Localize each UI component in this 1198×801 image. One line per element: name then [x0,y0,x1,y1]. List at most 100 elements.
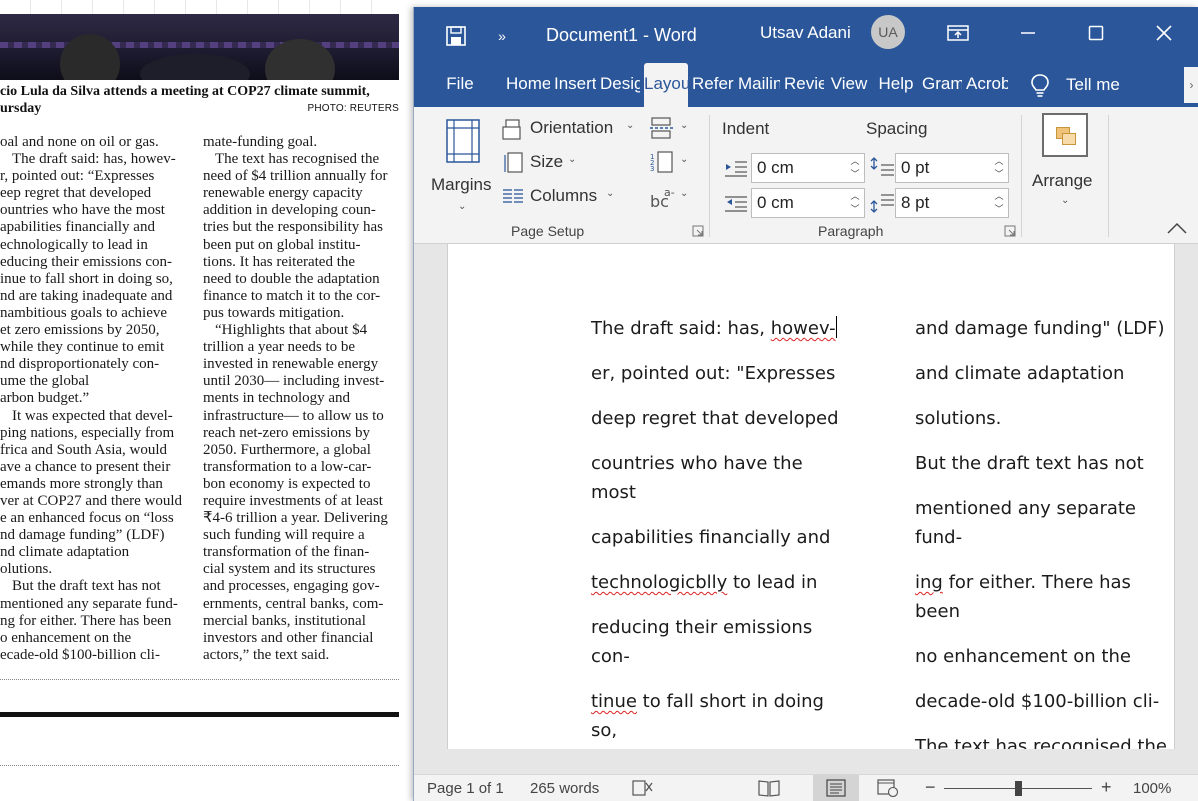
paragraph-text[interactable]: reducing their emissions con- [591,617,812,667]
document-paragraph[interactable]: But the draft text has not [915,449,1174,478]
collapse-ribbon-button[interactable] [1166,221,1190,239]
read-mode-icon[interactable] [758,779,780,797]
margins-button[interactable]: Margins ⌄ [428,115,498,215]
quick-access-more-button[interactable]: » [488,20,516,52]
document-paragraph[interactable]: solutions. [915,404,1174,433]
document-paragraph[interactable]: er, pointed out: "Expresses [591,359,851,388]
maximize-button[interactable] [1076,19,1116,47]
paragraph-text[interactable]: countries who have the most [591,453,803,503]
columns-button[interactable]: Columns ⌄ [502,185,632,209]
misspelled-word[interactable]: ing [915,572,943,593]
paragraph-text[interactable]: The text has recognised the [915,736,1167,749]
spin-up-icon[interactable]: ︿ [992,155,1006,168]
spin-up-icon[interactable]: ︿ [992,190,1006,203]
proofing-icon[interactable] [632,779,654,797]
paragraph-text[interactable]: to lead in [727,572,817,593]
document-area[interactable]: The draft said: has, howev-er, pointed o… [414,244,1198,774]
chevron-down-icon: ⌄ [606,188,615,199]
document-column-1[interactable]: The draft said: has, howev-er, pointed o… [591,314,851,749]
spin-up-icon[interactable]: ︿ [848,155,862,168]
paragraph-text[interactable]: mentioned any separate fund- [915,498,1136,548]
misspelled-word[interactable]: howev- [771,318,836,339]
paragraph-text[interactable]: er, pointed out: "Expresses [591,363,835,384]
indent-left-field[interactable]: 0 cm ︿ ﹀ [751,153,865,183]
document-paragraph[interactable]: countries who have the most [591,449,851,507]
size-button[interactable]: Size ⌄ [502,151,592,175]
paragraph-text[interactable]: capabilities financially and [591,527,830,548]
zoom-out-button[interactable]: − [925,777,936,798]
page-setup-launcher-button[interactable] [692,225,704,237]
document-paragraph[interactable]: ing for either. There has been [915,568,1174,626]
tab-help[interactable]: Help [874,63,918,107]
document-paragraph[interactable]: and damage funding" (LDF) [915,314,1174,343]
spin-down-icon[interactable]: ﹀ [848,168,862,181]
web-layout-icon[interactable] [877,779,899,797]
zoom-slider-thumb[interactable] [1014,781,1022,796]
arrange-button[interactable]: Arrange ⌄ [1028,113,1102,213]
paragraph-text[interactable]: for either. There has been [915,572,1131,622]
zoom-in-button[interactable]: + [1101,777,1112,798]
breaks-button[interactable]: ⌄ [650,117,692,141]
tab-grammarly[interactable]: Grammarly [922,63,962,107]
tab-references[interactable]: References [692,63,734,107]
indent-right-field[interactable]: 0 cm ︿ ﹀ [751,188,865,218]
tab-mailings[interactable]: Mailings [738,63,780,107]
spin-down-icon[interactable]: ﹀ [848,203,862,216]
misspelled-word[interactable]: tinue [591,691,637,712]
document-paragraph[interactable]: capabilities financially and [591,523,851,552]
spin-up-icon[interactable]: ︿ [848,190,862,203]
document-paragraph[interactable]: technologicblly to lead in [591,568,851,597]
spin-down-icon[interactable]: ﹀ [992,168,1006,181]
svg-text:3: 3 [650,165,654,173]
hyphenation-button[interactable]: bc a- ⌄ [650,185,692,209]
tab-insert[interactable]: Insert [554,63,596,107]
photo-credit: PHOTO: REUTERS [307,103,399,114]
tabs-scroll-right-button[interactable]: › [1184,67,1198,103]
paragraph-launcher-button[interactable] [1004,225,1016,237]
document-paragraph[interactable]: mentioned any separate fund- [915,494,1174,552]
paragraph-text[interactable]: The draft said: has, [591,318,771,339]
document-column-2[interactable]: and damage funding" (LDF) and climate ada… [915,314,1174,749]
paragraph-text[interactable]: But the draft text has not [915,453,1144,474]
save-button[interactable] [440,20,472,52]
tell-me-search[interactable]: Tell me [1030,63,1120,107]
article-line: pus towards mitigation. [203,304,345,321]
paragraph-text[interactable]: no enhancement on the [915,646,1131,667]
paragraph-text[interactable]: and climate adaptation [915,363,1124,384]
misspelled-word[interactable]: technologicblly [591,572,727,593]
line-numbers-button[interactable]: 1 2 3 ⌄ [650,151,692,175]
paragraph-text[interactable]: solutions. [915,408,1001,429]
close-button[interactable] [1144,19,1184,47]
document-paragraph[interactable]: The text has recognised the [915,732,1174,749]
spin-down-icon[interactable]: ﹀ [992,203,1006,216]
zoom-level[interactable]: 100% [1133,780,1171,797]
tab-acrobat[interactable]: Acrobat [966,63,1008,107]
document-paragraph[interactable]: reducing their emissions con- [591,613,851,671]
paragraph-text[interactable]: decade-old $100-billion cli- [915,691,1159,712]
paragraph-text[interactable]: and damage funding" (LDF) [915,318,1165,339]
avatar[interactable]: UA [871,15,905,49]
spacing-after-field[interactable]: 8 pt ︿ ﹀ [895,188,1009,218]
user-name[interactable]: Utsav Adani [760,23,851,43]
document-page[interactable]: The draft said: has, howev-er, pointed o… [447,244,1175,749]
document-paragraph[interactable]: deep regret that developed [591,404,851,433]
tab-layout[interactable]: Layout [644,63,688,107]
document-paragraph[interactable]: no enhancement on the [915,642,1174,671]
page-count[interactable]: Page 1 of 1 [427,780,504,797]
spacing-before-field[interactable]: 0 pt ︿ ﹀ [895,153,1009,183]
document-paragraph[interactable]: decade-old $100-billion cli- [915,687,1174,716]
orientation-button[interactable]: Orientation ⌄ [502,117,642,141]
paragraph-text[interactable]: deep regret that developed [591,408,839,429]
ribbon-display-options-button[interactable] [938,19,978,47]
print-layout-button[interactable] [813,775,859,801]
minimize-button[interactable] [1008,19,1048,47]
document-paragraph[interactable]: The draft said: has, howev- [591,314,851,343]
tab-view[interactable]: View [828,63,870,107]
word-count[interactable]: 265 words [530,780,599,797]
tab-home[interactable]: Home [506,63,550,107]
document-paragraph[interactable]: and climate adaptation [915,359,1174,388]
tab-file[interactable]: File [436,63,484,107]
document-paragraph[interactable]: tinue to fall short in doing so, [591,687,851,745]
tab-design[interactable]: Design [600,63,640,107]
tab-review[interactable]: Review [784,63,824,107]
